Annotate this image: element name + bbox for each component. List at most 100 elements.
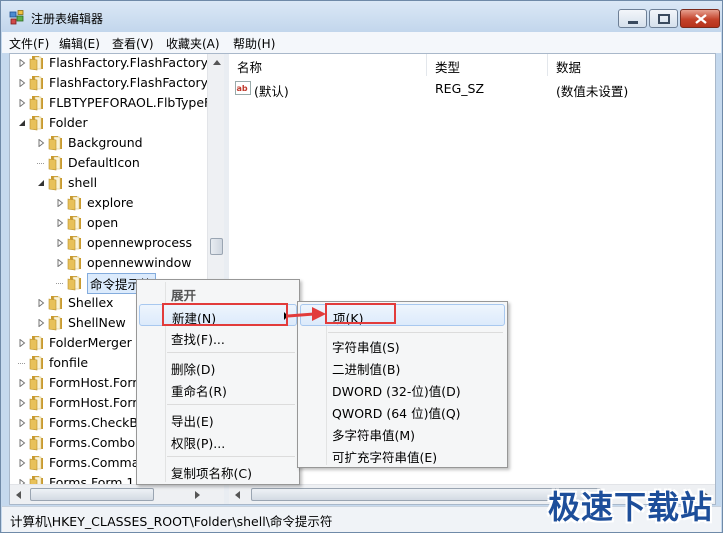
scroll-up-icon[interactable] <box>213 60 221 65</box>
tree-item[interactable]: FLBTYPEFORAOL.FlbTypeFo <box>10 93 218 113</box>
status-path: 计算机\HKEY_CLASSES_ROOT\Folder\shell\命令提示符 <box>10 514 333 529</box>
menu-item-label: 删除(D) <box>171 362 216 377</box>
menu-item-delete[interactable]: 删除(D) <box>139 356 297 378</box>
tree-item-label: Shellex <box>68 295 114 310</box>
menu-item-expand[interactable]: 展开 <box>139 282 297 304</box>
menu-view[interactable]: 查看(V) <box>112 35 154 52</box>
column-header-name[interactable]: 名称 <box>229 54 427 76</box>
tree-hscroll-thumb[interactable] <box>30 488 154 501</box>
expanded-arrow-icon[interactable] <box>37 179 45 187</box>
menu-item-label: 字符串值(S) <box>332 340 400 355</box>
menu-item-rename[interactable]: 重命名(R) <box>139 378 297 400</box>
folder-icon <box>29 456 43 471</box>
folder-icon <box>67 236 81 251</box>
tree-item[interactable]: open <box>10 213 207 233</box>
menu-item-find[interactable]: 查找(F)... <box>139 326 297 348</box>
collapsed-arrow-icon[interactable] <box>18 459 26 467</box>
menu-item-export[interactable]: 导出(E) <box>139 408 297 430</box>
expanded-arrow-icon[interactable] <box>18 119 26 127</box>
submenu-item-dword-value[interactable]: DWORD (32-位)值(D) <box>300 378 505 400</box>
red-arrow-icon <box>287 307 326 321</box>
collapsed-arrow-icon[interactable] <box>18 59 26 67</box>
collapsed-arrow-icon[interactable] <box>56 259 64 267</box>
tree-item[interactable]: FlashFactory.FlashFactory <box>10 54 208 73</box>
column-header-type[interactable]: 类型 <box>427 54 548 76</box>
highlight-box-key <box>325 303 396 324</box>
close-button[interactable] <box>680 9 720 28</box>
collapsed-arrow-icon[interactable] <box>37 139 45 147</box>
menu-favorites[interactable]: 收藏夹(A) <box>166 35 220 52</box>
tree-item[interactable]: opennewprocess <box>10 233 207 253</box>
menu-help[interactable]: 帮助(H) <box>233 35 275 52</box>
collapsed-arrow-icon[interactable] <box>18 439 26 447</box>
string-value-icon: ab <box>235 81 251 95</box>
collapsed-arrow-icon[interactable] <box>18 379 26 387</box>
minimize-icon <box>628 21 638 24</box>
tree-connector <box>56 283 63 284</box>
collapsed-arrow-icon[interactable] <box>56 199 64 207</box>
submenu-item-multi-string-value[interactable]: 多字符串值(M) <box>300 422 505 444</box>
tree-item-label: explore <box>87 195 134 210</box>
tree-item[interactable]: opennewwindow <box>10 253 207 273</box>
menu-separator <box>167 456 295 457</box>
scroll-left-icon[interactable] <box>16 491 21 499</box>
collapsed-arrow-icon[interactable] <box>56 219 64 227</box>
tree-item[interactable]: shell <box>10 173 207 193</box>
tree-horizontal-scrollbar[interactable] <box>10 484 224 504</box>
column-name-label: 名称 <box>237 60 263 75</box>
menu-item-label: 展开 <box>171 288 197 303</box>
menu-item-permissions[interactable]: 权限(P)... <box>139 430 297 452</box>
column-header-data[interactable]: 数据 <box>548 54 715 76</box>
collapsed-arrow-icon[interactable] <box>37 319 45 327</box>
menu-item-label: 可扩充字符串值(E) <box>332 450 438 465</box>
new-submenu: 项(K) 字符串值(S) 二进制值(B) DWORD (32-位)值(D) QW… <box>297 301 508 468</box>
folder-icon <box>29 56 43 71</box>
table-row[interactable]: ab (默认) REG_SZ (数值未设置) <box>229 79 715 99</box>
scroll-right-icon[interactable] <box>195 491 200 499</box>
menu-item-copy-key-name[interactable]: 复制项名称(C) <box>139 460 297 482</box>
tree-item[interactable]: FlashFactory.FlashFactory.1 <box>10 73 218 93</box>
folder-icon <box>29 396 43 411</box>
menu-item-label: 复制项名称(C) <box>171 466 252 481</box>
tree-item[interactable]: explore <box>10 193 207 213</box>
folder-icon <box>29 416 43 431</box>
tree-item-label: ShellNew <box>68 315 126 330</box>
folder-icon <box>29 116 43 131</box>
collapsed-arrow-icon[interactable] <box>37 299 45 307</box>
folder-icon <box>29 76 43 91</box>
tree-item-label: Background <box>68 135 143 150</box>
collapsed-arrow-icon[interactable] <box>18 419 26 427</box>
menu-item-label: 重命名(R) <box>171 384 227 399</box>
maximize-button[interactable] <box>649 9 678 28</box>
menu-item-label: 多字符串值(M) <box>332 428 416 443</box>
tree-item-label: opennewwindow <box>87 255 192 270</box>
folder-icon <box>67 196 81 211</box>
svg-text:ab: ab <box>237 84 248 93</box>
collapsed-arrow-icon[interactable] <box>18 399 26 407</box>
collapsed-arrow-icon[interactable] <box>18 79 26 87</box>
folder-icon <box>29 436 43 451</box>
submenu-item-string-value[interactable]: 字符串值(S) <box>300 334 505 356</box>
value-name: (默认) <box>254 84 289 99</box>
collapsed-arrow-icon[interactable] <box>18 339 26 347</box>
tree-vscroll-thumb[interactable] <box>210 238 223 255</box>
tree-item[interactable]: Background <box>10 133 207 153</box>
submenu-item-expandable-string-value[interactable]: 可扩充字符串值(E) <box>300 444 505 466</box>
tree-item[interactable]: DefaultIcon <box>10 153 207 173</box>
menu-file[interactable]: 文件(F) <box>9 35 49 52</box>
menu-separator <box>167 404 295 405</box>
title-bar[interactable]: 注册表编辑器 <box>1 1 722 32</box>
folder-icon <box>29 376 43 391</box>
collapsed-arrow-icon[interactable] <box>18 99 26 107</box>
scroll-left-icon[interactable] <box>235 491 240 499</box>
tree-item-label: DefaultIcon <box>68 155 140 170</box>
tree-item-label: Forms.Form.1 <box>49 475 135 484</box>
submenu-item-qword-value[interactable]: QWORD (64 位)值(Q) <box>300 400 505 422</box>
tree-item[interactable]: Folder <box>10 113 207 133</box>
folder-icon <box>48 136 62 151</box>
submenu-item-binary-value[interactable]: 二进制值(B) <box>300 356 505 378</box>
minimize-button[interactable] <box>618 9 647 28</box>
menu-edit[interactable]: 编辑(E) <box>59 35 100 52</box>
collapsed-arrow-icon[interactable] <box>56 239 64 247</box>
menu-item-label: 查找(F)... <box>171 332 225 347</box>
